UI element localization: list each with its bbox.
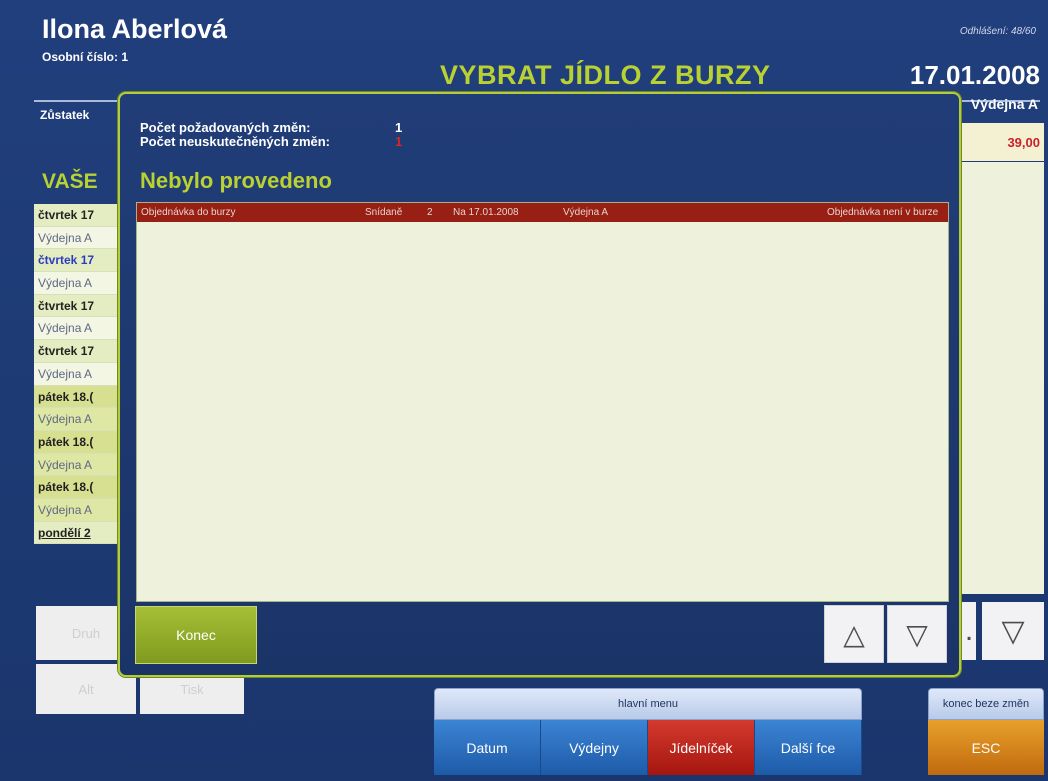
scroll-up-button[interactable]: △ [824,605,884,663]
result-dialog: Počet požadovaných změn: 1 Počet neuskut… [118,92,961,677]
user-name: Ilona Aberlová [42,14,228,44]
canteen-header: Výdejna A [970,96,1038,112]
personal-number: Osobní číslo: 1 [42,50,129,64]
main-menu-label: hlavní menu [434,688,862,720]
balance-amount: 39,00 [960,123,1044,161]
menu-menu-button[interactable]: Jídelníček [648,720,755,775]
menu-more-button[interactable]: Další fce [755,720,862,775]
dialog-title: Nebylo provedeno [140,168,332,193]
esc-button[interactable]: ESC [928,720,1044,775]
balance-label: Zůstatek [40,108,90,122]
scroll-down-button[interactable]: ▽ [887,605,947,663]
exit-label: konec beze změn [928,688,1044,720]
requested-changes-row: Počet požadovaných změn: 1 [140,120,402,135]
result-action: Objednávka do burzy [141,207,236,218]
menu-canteens-button[interactable]: Výdejny [541,720,648,775]
logout-counter: Odhlášení: 48/60 [959,26,1036,37]
main-screen: Ilona Aberlová Osobní číslo: 1 VYBRAT JÍ… [0,0,1048,781]
konec-button[interactable]: Konec [135,606,257,664]
result-canteen: Výdejna A [563,207,609,218]
result-reason: Objednávka není v burze [827,207,939,218]
result-meal: Snídaně [365,207,403,218]
current-date: 17.01.2008 [909,60,1040,90]
failed-changes-label: Počet neuskutečněných změn: [140,134,330,149]
result-date: Na 17.01.2008 [453,207,519,218]
bg-scroll-down-button[interactable]: ▽ [982,602,1044,660]
requested-changes-label: Počet požadovaných změn: [140,120,311,135]
menu-date-button[interactable]: Datum [434,720,541,775]
orders-section-title: VAŠE [42,170,98,193]
screen-title: VYBRAT JÍDLO Z BURZY [440,60,771,90]
right-panel [960,162,1044,594]
result-count: 2 [427,207,433,218]
failed-changes-value: 1 [395,134,403,149]
results-table: Objednávka do burzy Snídaně 2 Na 17.01.2… [136,202,949,602]
result-row[interactable]: Objednávka do burzy Snídaně 2 Na 17.01.2… [137,203,948,222]
failed-changes-row: Počet neuskutečněných změn: 1 [140,134,402,149]
bg-scroll-button[interactable]: . [962,602,976,660]
requested-changes-value: 1 [395,120,403,135]
